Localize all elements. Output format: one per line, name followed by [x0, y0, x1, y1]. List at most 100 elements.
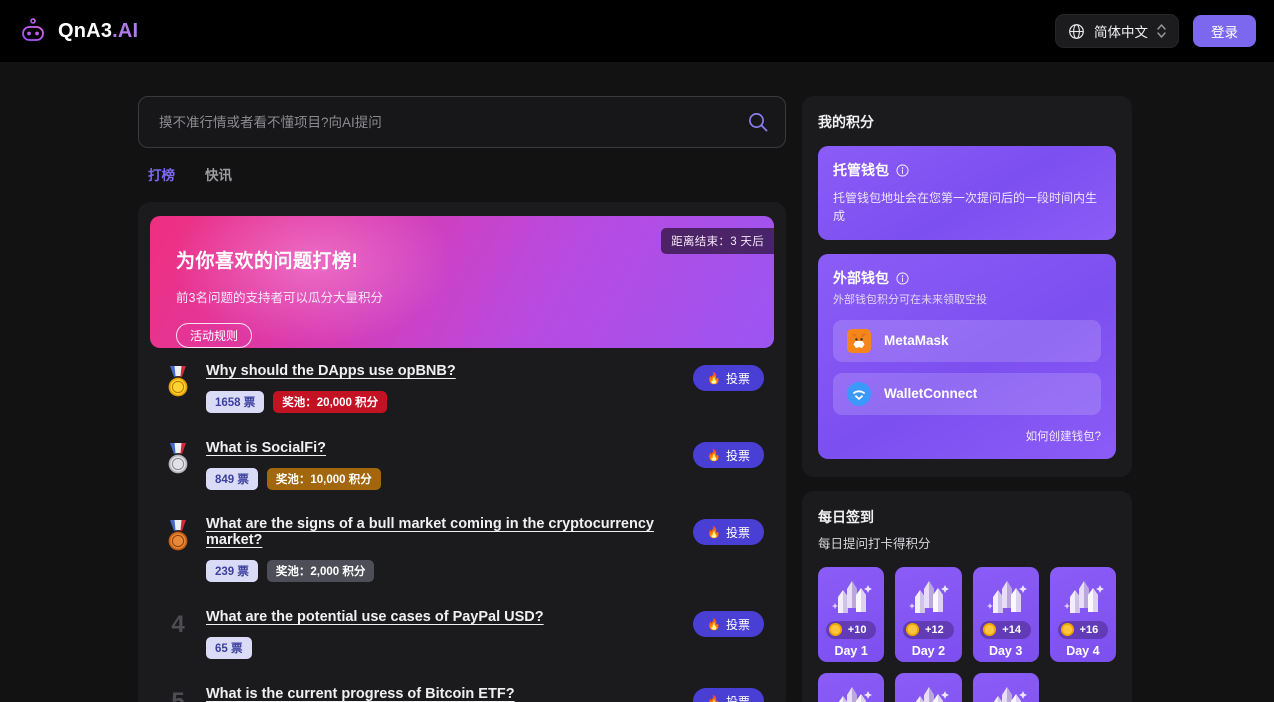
- reward-badge: +10: [826, 621, 877, 639]
- custody-wallet-header: 托管钱包: [833, 160, 1101, 180]
- chevron-up-down-icon[interactable]: [1157, 24, 1166, 38]
- daily-checkin-day-card[interactable]: +18 Day 5: [818, 673, 884, 702]
- language-selector[interactable]: 简体中文: [1055, 14, 1179, 48]
- page-content: 打榜 快讯 距离结束：3 天后 为你喜欢的问题打榜! 前3名问题的支持者可以瓜分…: [0, 62, 1274, 702]
- daily-checkin-day-card[interactable]: +12 Day 2: [895, 567, 961, 662]
- wallet-option-metamask[interactable]: MetaMask: [833, 320, 1101, 362]
- brand-logo[interactable]: QnA3.AI: [18, 16, 138, 46]
- vote-button[interactable]: 🔥 投票: [693, 688, 764, 702]
- silver-medal-icon: [163, 442, 193, 476]
- banner-subtitle: 前3名问题的支持者可以瓜分大量积分: [176, 287, 774, 306]
- coin-icon: [828, 622, 843, 637]
- content-tabs: 打榜 快讯: [138, 148, 786, 188]
- day-label: Day 4: [1066, 644, 1099, 658]
- rank-indicator: [158, 438, 198, 476]
- search-input[interactable]: [159, 115, 747, 130]
- ranking-row[interactable]: 4 What are the potential use cases of Pa…: [150, 594, 774, 671]
- header-actions: 简体中文 登录: [1055, 14, 1256, 48]
- bronze-medal-icon: [163, 519, 193, 553]
- vote-button-label: 投票: [726, 447, 750, 464]
- external-wallet-name: 外部钱包: [833, 268, 889, 288]
- daily-checkin-grid: +10 Day 1 +12 Day 2 +14 Day 3: [818, 567, 1116, 702]
- coin-icon: [905, 622, 920, 637]
- tab-ranking[interactable]: 打榜: [148, 164, 175, 188]
- flame-icon: 🔥: [707, 449, 721, 462]
- vote-button-label: 投票: [726, 370, 750, 387]
- vote-count-badge: 65 票: [206, 637, 252, 659]
- vote-button[interactable]: 🔥 投票: [693, 365, 764, 391]
- external-wallet-card: 外部钱包 外部钱包积分可在未来领取空投: [818, 254, 1116, 459]
- brand-title-main: QnA3: [58, 20, 112, 42]
- daily-checkin-day-card[interactable]: +10 Day 1: [818, 567, 884, 662]
- ranking-row-body: What is the current progress of Bitcoin …: [198, 684, 693, 702]
- coin-icon: [982, 622, 997, 637]
- vote-button[interactable]: 🔥 投票: [693, 611, 764, 637]
- daily-checkin-title: 每日签到: [818, 507, 1116, 527]
- gem-icon: [983, 575, 1029, 619]
- flame-icon: 🔥: [707, 526, 721, 539]
- ranking-row-body: What are the signs of a bull market comi…: [198, 515, 693, 582]
- daily-checkin-day-card[interactable]: +20 Day 6: [895, 673, 961, 702]
- brand-title-suffix: .AI: [112, 20, 138, 42]
- vote-count-badge: 239 票: [206, 560, 258, 582]
- gem-icon: [1060, 575, 1106, 619]
- vote-button-label: 投票: [726, 524, 750, 541]
- info-circle-icon[interactable]: [896, 272, 909, 285]
- ranking-row[interactable]: What are the signs of a bull market comi…: [150, 502, 774, 594]
- vote-button[interactable]: 🔥 投票: [693, 442, 764, 468]
- ranking-list-card: 距离结束：3 天后 为你喜欢的问题打榜! 前3名问题的支持者可以瓜分大量积分 活…: [138, 202, 786, 702]
- ranking-row[interactable]: 5 What is the current progress of Bitcoi…: [150, 671, 774, 702]
- flame-icon: 🔥: [707, 372, 721, 385]
- day-label: Day 1: [834, 644, 867, 658]
- prize-pool-badge: 奖池：10,000 积分: [267, 468, 381, 490]
- ranking-row[interactable]: Why should the DApps use opBNB? 1658 票 奖…: [150, 348, 774, 425]
- activity-rules-button[interactable]: 活动规则: [176, 323, 252, 348]
- external-wallet-header: 外部钱包: [833, 268, 1101, 288]
- how-to-create-wallet-link[interactable]: 如何创建钱包?: [833, 428, 1101, 444]
- wallet-option-walletconnect[interactable]: WalletConnect: [833, 373, 1101, 415]
- external-wallet-description: 外部钱包积分可在未来领取空投: [833, 292, 1101, 309]
- daily-checkin-day-card[interactable]: +22 Day 7: [973, 673, 1039, 702]
- info-circle-icon[interactable]: [896, 164, 909, 177]
- question-title-link[interactable]: What is SocialFi?: [206, 440, 326, 456]
- rank-number: 5: [171, 688, 184, 702]
- daily-checkin-day-card[interactable]: +16 Day 4: [1050, 567, 1116, 662]
- flame-icon: 🔥: [707, 695, 721, 702]
- daily-checkin-day-card[interactable]: +14 Day 3: [973, 567, 1039, 662]
- custody-wallet-card: 托管钱包 托管钱包地址会在您第一次提问后的一段时间内生成: [818, 146, 1116, 240]
- vote-count-badge: 1658 票: [206, 391, 264, 413]
- daily-checkin-subtitle: 每日提问打卡得积分: [818, 533, 1116, 552]
- search-bar[interactable]: [138, 96, 786, 148]
- rank-indicator: [158, 515, 198, 553]
- question-title-link[interactable]: What are the potential use cases of PayP…: [206, 609, 544, 625]
- question-title-link[interactable]: Why should the DApps use opBNB?: [206, 363, 456, 379]
- prize-pool-badge: 奖池：20,000 积分: [273, 391, 387, 413]
- robot-icon: [18, 16, 48, 46]
- metamask-label: MetaMask: [884, 333, 949, 348]
- ranking-row-badges: 239 票 奖池：2,000 积分: [206, 560, 693, 582]
- gem-icon: [905, 681, 951, 702]
- promo-banner: 距离结束：3 天后 为你喜欢的问题打榜! 前3名问题的支持者可以瓜分大量积分 活…: [150, 216, 774, 348]
- reward-badge: +14: [980, 621, 1031, 639]
- ranking-row-body: Why should the DApps use opBNB? 1658 票 奖…: [198, 361, 693, 413]
- flame-icon: 🔥: [707, 618, 721, 631]
- countdown-badge: 距离结束：3 天后: [661, 228, 774, 254]
- login-button[interactable]: 登录: [1193, 15, 1256, 47]
- ranking-row-body: What are the potential use cases of PayP…: [198, 607, 693, 659]
- rank-number: 4: [171, 611, 184, 639]
- tab-news[interactable]: 快讯: [205, 164, 232, 188]
- main-column: 打榜 快讯 距离结束：3 天后 为你喜欢的问题打榜! 前3名问题的支持者可以瓜分…: [138, 96, 786, 702]
- language-label: 简体中文: [1094, 21, 1148, 41]
- rank-indicator: 5: [158, 684, 198, 702]
- question-title-link[interactable]: What is the current progress of Bitcoin …: [206, 686, 515, 702]
- question-title-link[interactable]: What are the signs of a bull market comi…: [206, 516, 693, 548]
- ranking-rows: Why should the DApps use opBNB? 1658 票 奖…: [150, 348, 774, 702]
- my-points-title: 我的积分: [818, 112, 1116, 132]
- vote-button[interactable]: 🔥 投票: [693, 519, 764, 545]
- search-icon[interactable]: [747, 111, 769, 133]
- brand-title: QnA3.AI: [58, 20, 138, 43]
- day-label: Day 3: [989, 644, 1022, 658]
- day-label: Day 2: [912, 644, 945, 658]
- ranking-row[interactable]: What is SocialFi? 849 票 奖池：10,000 积分 🔥 投…: [150, 425, 774, 502]
- gold-medal-icon: [163, 365, 193, 399]
